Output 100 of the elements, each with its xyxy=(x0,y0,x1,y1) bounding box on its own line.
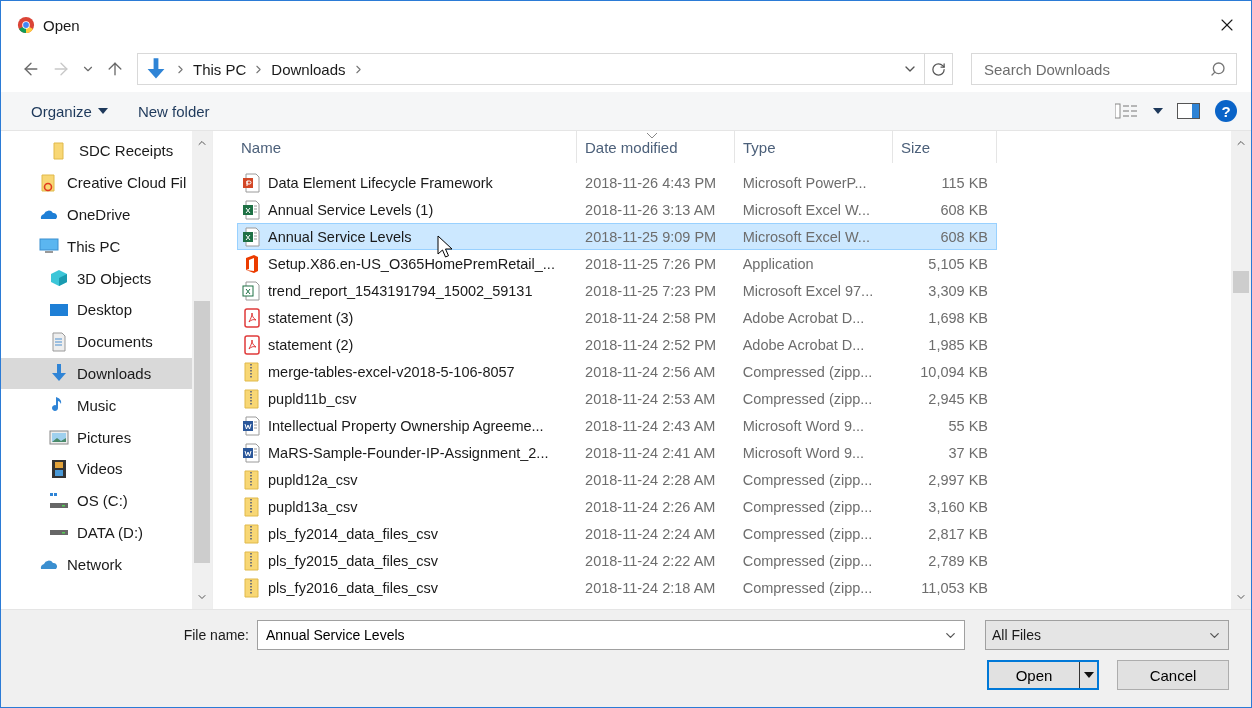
size-cell: 2,789 KB xyxy=(928,552,988,569)
column-header[interactable]: Size xyxy=(893,131,997,163)
sidebar-item[interactable]: Music xyxy=(1,389,192,422)
sidebar-item[interactable]: Creative Cloud Fil xyxy=(1,166,192,199)
sidebar-item[interactable]: OS (C:) xyxy=(1,484,192,517)
file-name-label: File name: xyxy=(183,627,249,643)
drive-icon xyxy=(49,490,69,511)
sidebar-item[interactable]: Downloads xyxy=(1,357,192,390)
view-list-icon xyxy=(1115,103,1139,119)
file-name: Annual Service Levels (1) xyxy=(268,201,434,218)
refresh-icon xyxy=(931,61,946,77)
caret-icon xyxy=(97,108,108,114)
file-row[interactable]: pls_fy2015_data_files_csv 2018-11-24 2:22 AM Compressed (zipp... 2,789 KB xyxy=(237,547,997,574)
type-cell: Microsoft Excel W... xyxy=(742,228,870,245)
file-name: MaRS-Sample-Founder-IP-Assignment_2... xyxy=(268,444,549,461)
word-file-icon xyxy=(242,415,262,436)
file-name: pupld12a_csv xyxy=(268,471,358,488)
open-button[interactable]: Open xyxy=(987,660,1099,690)
type-cell: Microsoft Excel W... xyxy=(742,201,870,218)
file-row[interactable]: Annual Service Levels (1) 2018-11-26 3:13 AM Microsoft Excel W... 608 KB xyxy=(237,196,997,223)
sidebar-item[interactable]: Desktop xyxy=(1,294,192,326)
sidebar-item[interactable]: 3D Objects xyxy=(1,262,192,294)
file-row[interactable]: merge-tables-excel-v2018-5-106-8057 2018-11-24 2:56 AM Compressed (zipp... 10,094 KB xyxy=(237,358,997,385)
file-row[interactable]: pls_fy2016_data_files_csv 2018-11-24 2:18 AM Compressed (zipp... 11,053 KB xyxy=(237,574,997,601)
new-folder-button[interactable]: New folder xyxy=(129,98,218,124)
file-name: Intellectual Property Ownership Agreeme... xyxy=(268,417,544,434)
sidebar-item[interactable]: DATA (D:) xyxy=(1,516,192,549)
file-row[interactable]: trend_report_1543191794_15002_59131 2018-11-25 7:23 PM Microsoft Excel 97... 3,309 KB xyxy=(237,277,997,304)
sidebar-item[interactable]: This PC xyxy=(1,230,192,263)
date-cell: 2018-11-26 3:13 AM xyxy=(585,201,716,218)
file-name-box[interactable]: Annual Service Levels xyxy=(257,620,965,650)
column-header[interactable]: Type xyxy=(735,131,893,163)
file-name: pupld11b_csv xyxy=(268,390,357,407)
type-cell: Microsoft Excel 97... xyxy=(742,282,874,299)
file-name-field[interactable]: Annual Service Levels xyxy=(264,626,939,644)
drive-icon xyxy=(49,528,69,536)
scrollbar[interactable] xyxy=(1231,131,1251,609)
spreadsheet-file-icon xyxy=(242,280,262,301)
pdf-file-icon xyxy=(242,334,262,355)
search-icon xyxy=(1210,61,1226,77)
file-row[interactable]: Annual Service Levels 2018-11-25 9:09 PM Microsoft Excel W... 608 KB xyxy=(237,223,997,250)
address-bar[interactable]: This PC Downloads xyxy=(137,53,953,85)
sidebar-item[interactable]: OneDrive xyxy=(1,198,192,231)
zip-folder-icon xyxy=(242,388,262,409)
zip-folder-icon xyxy=(242,523,262,544)
cancel-button[interactable]: Cancel xyxy=(1117,660,1229,690)
mouse-pointer-icon xyxy=(437,235,453,259)
breadcrumb-item[interactable]: This PC xyxy=(193,60,247,78)
date-cell: 2018-11-24 2:24 AM xyxy=(585,525,716,542)
file-row[interactable]: Setup.X86.en-US_O365HomePremRetail_... 2018-11-25 7:26 PM Application 5,105 KB xyxy=(237,250,997,277)
film-icon xyxy=(49,458,69,479)
type-cell: Compressed (zipp... xyxy=(742,552,873,569)
sidebar-item[interactable]: Pictures xyxy=(1,421,192,453)
file-name: pls_fy2016_data_files_csv xyxy=(268,579,439,596)
file-name: trend_report_1543191794_15002_59131 xyxy=(268,282,533,299)
column-header[interactable]: Date modified xyxy=(577,131,735,163)
excel-file-icon xyxy=(242,226,262,247)
sidebar-item[interactable]: Network xyxy=(1,548,192,581)
file-row[interactable]: Data Element Lifecycle Framework 2018-11-26 4:43 PM Microsoft PowerP... 115 KB xyxy=(237,169,997,196)
file-name: pls_fy2014_data_files_csv xyxy=(268,525,439,542)
type-cell: Application xyxy=(742,255,814,272)
file-name: statement (3) xyxy=(268,309,354,326)
document-icon xyxy=(49,331,69,352)
organize-menu[interactable]: Organize xyxy=(23,98,116,124)
file-row[interactable]: pupld12a_csv 2018-11-24 2:28 AM Compressed (zipp... 2,997 KB xyxy=(237,466,997,493)
sidebar-item[interactable]: Documents xyxy=(1,325,192,358)
caret-icon xyxy=(1153,108,1163,114)
file-row[interactable]: statement (3) 2018-11-24 2:58 PM Adobe Acrobat D... 1,698 KB xyxy=(237,304,997,331)
word-file-icon xyxy=(242,442,262,463)
file-row[interactable]: pupld13a_csv 2018-11-24 2:26 AM Compressed (zipp... 3,160 KB xyxy=(237,493,997,520)
file-row[interactable]: MaRS-Sample-Founder-IP-Assignment_2... 2018-11-24 2:41 AM Microsoft Word 9... 37 KB xyxy=(237,439,997,466)
scroll-thumb[interactable] xyxy=(194,301,210,563)
file-row[interactable]: pupld11b_csv 2018-11-24 2:53 AM Compressed (zipp... 2,945 KB xyxy=(237,385,997,412)
preview-pane-icon xyxy=(1177,103,1201,119)
search-box[interactable]: Search Downloads xyxy=(971,53,1237,85)
sidebar-item[interactable]: SDC Receipts xyxy=(1,135,192,167)
size-cell: 37 KB xyxy=(948,444,988,461)
file-name: pls_fy2015_data_files_csv xyxy=(268,552,439,569)
size-cell: 608 KB xyxy=(940,201,988,218)
file-row[interactable]: Intellectual Property Ownership Agreeme... 2018-11-24 2:43 AM Microsoft Word 9... 55 KB xyxy=(237,412,997,439)
date-cell: 2018-11-24 2:41 AM xyxy=(585,444,716,461)
file-type-dropdown[interactable]: All Files xyxy=(985,620,1229,650)
help-button[interactable]: ? xyxy=(1215,100,1237,122)
scroll-thumb[interactable] xyxy=(1233,271,1249,293)
zip-folder-icon xyxy=(242,469,262,490)
scrollbar[interactable] xyxy=(192,131,212,609)
sort-caret-icon xyxy=(647,133,657,138)
column-header[interactable]: Name xyxy=(237,131,577,163)
sidebar-item[interactable]: Videos xyxy=(1,452,192,485)
date-cell: 2018-11-24 2:43 AM xyxy=(585,417,716,434)
zip-folder-icon xyxy=(242,496,262,517)
date-cell: 2018-11-25 7:23 PM xyxy=(585,282,717,299)
file-row[interactable]: pls_fy2014_data_files_csv 2018-11-24 2:24 AM Compressed (zipp... 2,817 KB xyxy=(237,520,997,547)
powerpoint-file-icon xyxy=(242,172,262,193)
file-name: Setup.X86.en-US_O365HomePremRetail_... xyxy=(268,255,555,272)
zip-folder-icon xyxy=(242,361,262,382)
date-cell: 2018-11-25 7:26 PM xyxy=(585,255,717,272)
breadcrumb-item[interactable]: Downloads xyxy=(271,60,346,78)
file-row[interactable]: statement (2) 2018-11-24 2:52 PM Adobe Acrobat D... 1,985 KB xyxy=(237,331,997,358)
size-cell: 2,997 KB xyxy=(928,471,988,488)
